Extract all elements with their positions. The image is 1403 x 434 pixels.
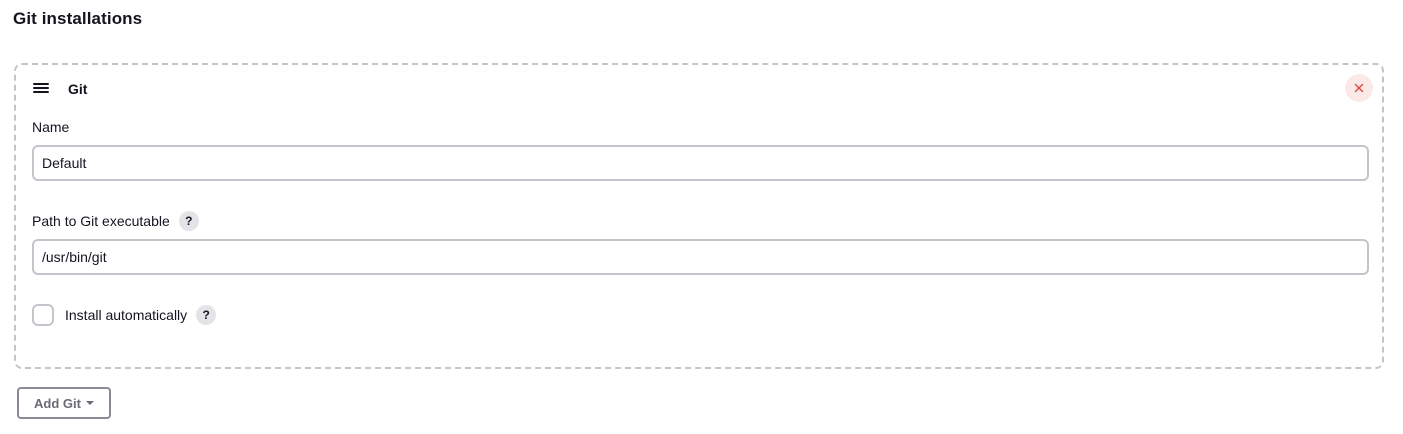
help-icon[interactable]: ?: [196, 305, 217, 325]
add-git-button[interactable]: Add Git: [17, 387, 111, 419]
page-title: Git installations: [13, 9, 143, 28]
delete-button[interactable]: [1345, 74, 1373, 102]
path-input[interactable]: [32, 239, 1369, 275]
drag-handle-icon[interactable]: [33, 83, 49, 95]
install-automatically-label: Install automatically ?: [65, 305, 217, 325]
git-installation-card: Git Name Path to Git executable ? Instal…: [14, 63, 1384, 369]
name-label: Name: [32, 119, 70, 135]
name-input[interactable]: [32, 145, 1369, 181]
caret-down-icon: [85, 401, 94, 405]
close-icon: [1354, 83, 1364, 93]
path-label: Path to Git executable ?: [32, 211, 199, 231]
install-automatically-checkbox[interactable]: [32, 304, 54, 326]
help-icon[interactable]: ?: [178, 211, 199, 231]
card-title: Git: [68, 81, 88, 97]
